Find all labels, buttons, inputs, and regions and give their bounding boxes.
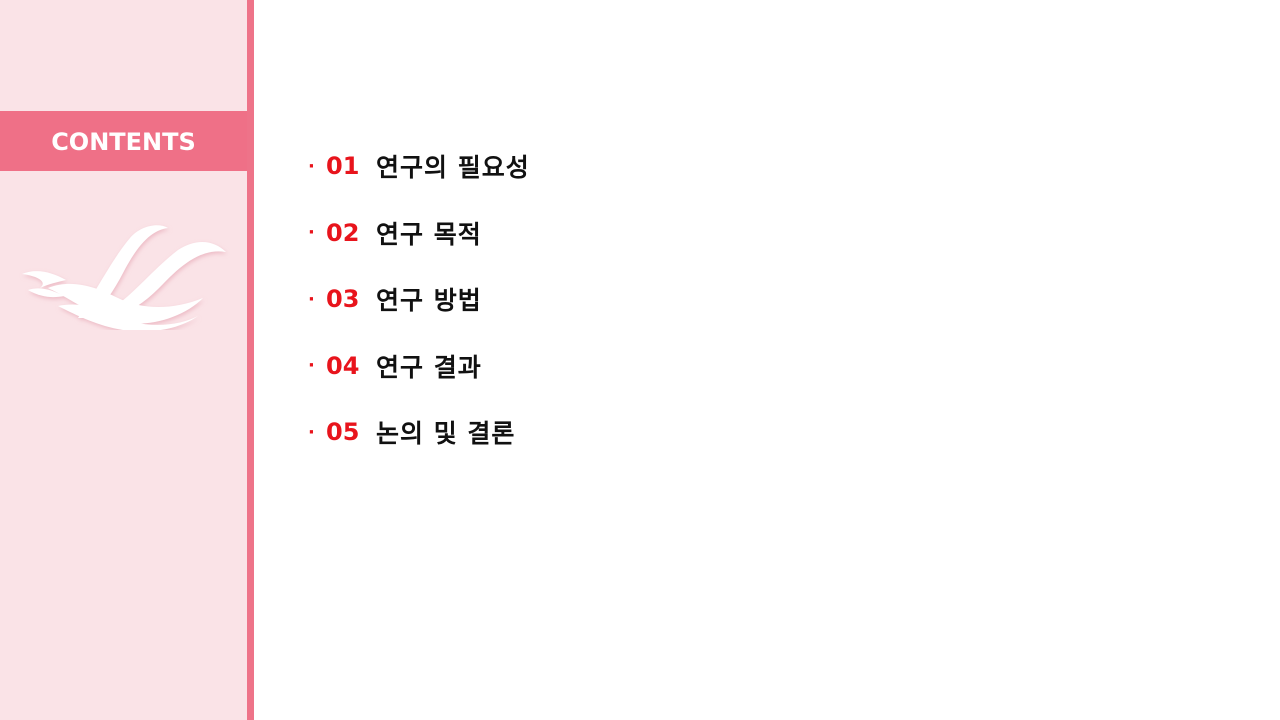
toc-item-05[interactable]: · 05 논의 및 결론	[308, 412, 530, 452]
toc-bullet: ·	[308, 288, 315, 310]
contents-banner: CONTENTS	[0, 111, 247, 171]
toc-bullet: ·	[308, 355, 315, 376]
toc-item-04[interactable]: · 04 연구 결과	[308, 346, 530, 386]
toc-item-02[interactable]: · 02 연구 목적	[308, 213, 530, 253]
toc-number: 01	[326, 152, 360, 180]
toc-bullet: ·	[308, 155, 315, 177]
sidebar-divider	[247, 0, 254, 720]
contents-title: CONTENTS	[51, 128, 196, 156]
table-of-contents: · 01 연구의 필요성 · 02 연구 목적 · 03 연구 방법 · 04 …	[308, 146, 530, 479]
toc-label: 연구 결과	[376, 352, 482, 382]
toc-label: 연구 목적	[376, 219, 482, 249]
toc-item-01[interactable]: · 01 연구의 필요성	[308, 146, 530, 186]
slide: CONTENTS · 01 연구의 필요성 · 02 연구 목적 · 03 연구…	[0, 0, 1280, 720]
toc-label: 연구 방법	[376, 286, 482, 315]
sidebar-panel	[0, 0, 247, 720]
toc-number: 03	[326, 285, 360, 313]
toc-number: 05	[326, 418, 360, 446]
toc-number: 04	[326, 351, 360, 380]
wave-wing-logo-icon	[22, 225, 226, 330]
toc-number: 02	[326, 218, 360, 247]
toc-bullet: ·	[308, 421, 315, 443]
toc-label: 논의 및 결론	[376, 419, 516, 448]
toc-bullet: ·	[308, 222, 315, 243]
toc-item-03[interactable]: · 03 연구 방법	[308, 279, 530, 319]
toc-label: 연구의 필요성	[376, 153, 530, 182]
